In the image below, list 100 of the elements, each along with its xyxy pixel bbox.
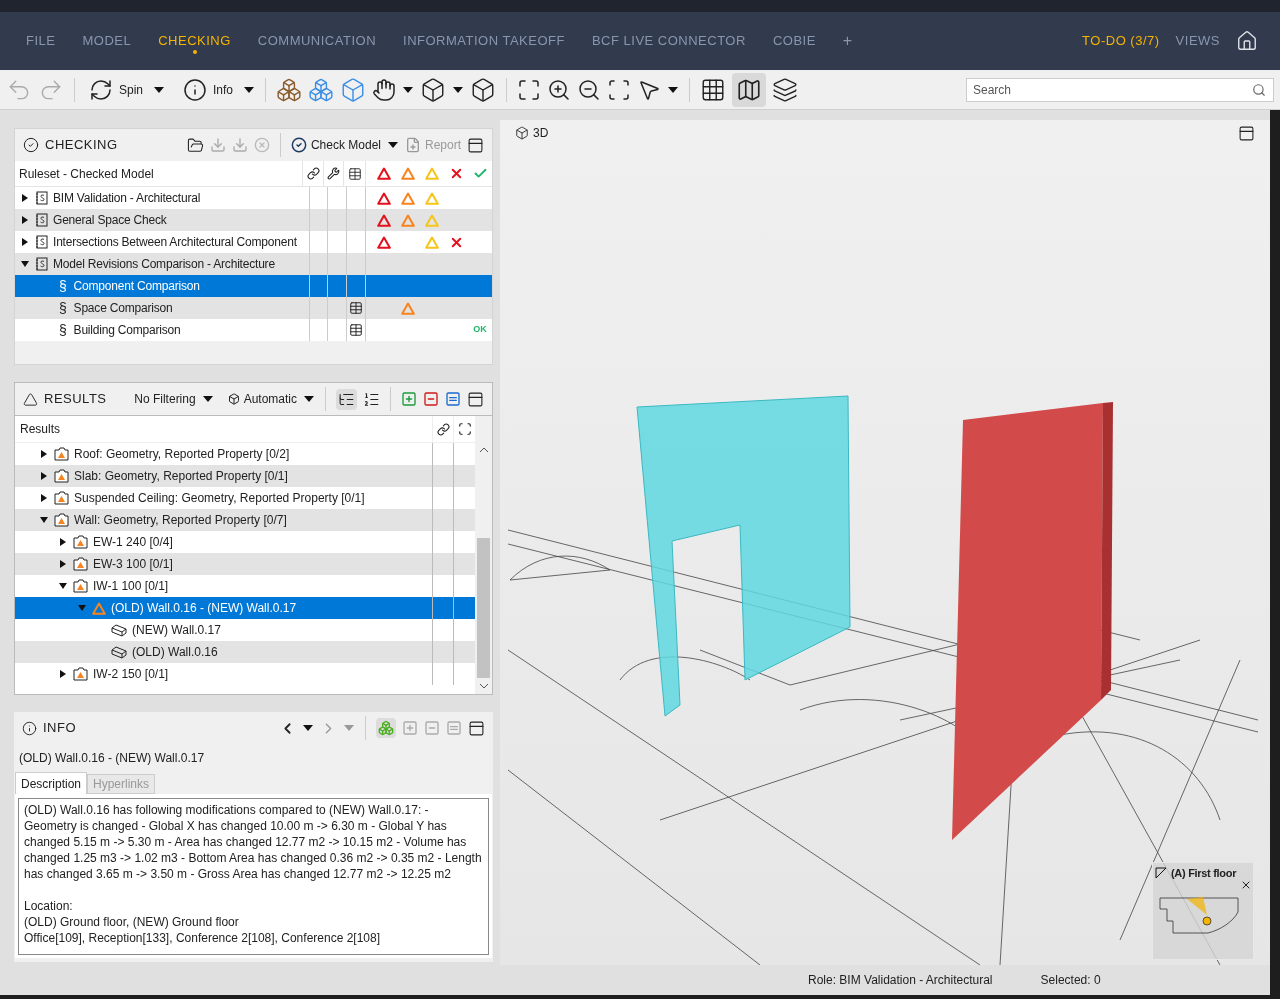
zoom-in-icon[interactable] [547,77,572,102]
boxes-icon[interactable] [276,76,303,103]
expand-arrow-icon[interactable] [58,669,68,679]
menu-tab[interactable]: FILE [26,31,56,51]
ruleset-label: Intersections Between Architectural Component [53,234,297,251]
add-tab-button[interactable]: + [842,29,853,53]
caret-icon[interactable] [153,85,166,94]
check-model-button[interactable]: Check Model [290,136,381,154]
focus-icon [457,422,472,436]
scroll-up-icon[interactable] [478,446,489,454]
menu-tab[interactable]: COBIE [772,31,816,51]
location-text: Location: [24,898,74,914]
info-tab[interactable]: Description [15,772,88,794]
section-sign-icon: § [59,279,67,293]
expand-arrow-icon[interactable] [20,237,30,247]
expand-arrow-icon[interactable] [58,559,68,569]
collapse-arrow-icon[interactable] [58,581,68,591]
warning-icon [92,601,106,615]
scrollbar[interactable] [475,416,492,694]
result-label: EW-3 100 [0/1] [93,556,173,573]
wrench-icon [327,167,341,180]
info-heading: (OLD) Wall.0.16 - (NEW) Wall.0.17 [19,750,205,767]
zoom-extents-icon[interactable] [517,77,542,102]
minimap[interactable]: (A) First floor [1152,862,1254,960]
result-label: IW-1 100 [0/1] [93,578,169,595]
ruleset-row[interactable]: Intersections Between Architectural Component [15,231,492,253]
window-icon[interactable] [468,719,485,737]
menu-tab[interactable]: COMMUNICATION [257,31,377,51]
ruleset-book-icon [35,235,48,249]
expand-arrow-icon[interactable] [39,449,49,459]
zoom-out-icon[interactable] [577,77,602,102]
folder-warning-icon [54,447,69,461]
folder-warning-icon [54,469,69,483]
menu-tab[interactable]: CHECKING [158,31,231,51]
expand-arrow-icon[interactable] [39,471,49,481]
spin-button[interactable]: Spin [85,77,148,102]
result-row[interactable]: EW-3 100 [0/1] [15,553,475,575]
ruleset-label: Space Comparison [73,300,173,317]
folder-warning-icon [73,579,88,593]
floor-label: (A) First floor [1171,866,1237,881]
remove-icon[interactable] [423,391,439,407]
menu-tab[interactable]: BCF LIVE CONNECTOR [591,31,746,51]
spin-icon [89,77,113,102]
result-label: (OLD) Wall.0.16 [132,644,218,661]
info-button[interactable]: Info [179,77,238,102]
expand-arrow-icon[interactable] [20,193,30,203]
caret-icon[interactable] [303,395,315,403]
ruleset-row[interactable]: General Space Check [15,209,492,231]
caret-icon[interactable] [667,85,680,94]
expand-arrow-icon[interactable] [20,215,30,225]
search-field[interactable]: Search [966,77,1274,102]
close-icon[interactable] [1240,879,1252,891]
result-row[interactable]: (OLD) Wall.0.16 [15,641,475,663]
result-row[interactable]: Slab: Geometry, Reported Property [0/1] [15,465,475,487]
ruleset-row[interactable]: § Building Comparison OK [15,319,492,341]
ruleset-row[interactable]: § Space Comparison [15,297,492,319]
result-row[interactable]: (OLD) Wall.0.16 - (NEW) Wall.0.17 [15,597,475,619]
menu-tab[interactable]: INFORMATION TAKEOFF [403,31,565,51]
caret-icon[interactable] [452,85,465,94]
major-warning-icon [401,167,415,180]
hand-icon[interactable] [372,77,397,102]
result-label: Slab: Geometry, Reported Property [0/1] [74,468,288,485]
filter-dropdown[interactable]: No Filtering [134,390,196,408]
window-icon[interactable] [467,136,484,154]
ruleset-row[interactable]: BIM Validation - Architectural [15,187,492,209]
cube-icon [227,393,240,405]
scroll-down-icon[interactable] [478,682,489,690]
collapse-arrow-icon[interactable] [39,515,49,525]
ruleset-row[interactable]: Model Revisions Comparison - Architecture [15,253,492,275]
result-row[interactable]: Wall: Geometry, Reported Property [0/7] [15,509,475,531]
result-label: Suspended Ceiling: Geometry, Reported Property [0/1] [74,490,365,507]
folder-icon[interactable] [186,136,204,154]
folder-warning-icon [73,557,88,571]
todo-button[interactable]: TO-DO (3/7) [1082,31,1160,51]
caret-icon[interactable] [243,85,256,94]
home-icon[interactable] [1236,30,1258,52]
caret-icon[interactable] [201,395,214,403]
list-view-icon[interactable] [363,390,380,408]
ruleset-label: Model Revisions Comparison - Architecture [53,256,275,273]
layers-icon[interactable] [772,76,799,103]
caret-icon[interactable] [402,85,415,94]
search-icon[interactable] [1252,82,1266,97]
caret-icon[interactable] [302,724,314,732]
add-icon[interactable] [401,391,417,407]
panel-title: CHECKING [45,136,118,155]
views-button[interactable]: VIEWS [1175,31,1220,51]
menu-tab[interactable]: MODEL [82,31,132,51]
expand-arrow-icon[interactable] [39,493,49,503]
expand-arrow-icon[interactable] [58,537,68,547]
collapse-arrow-icon[interactable] [20,259,30,269]
link-icon [436,422,450,436]
window-icon[interactable] [1238,124,1255,142]
window-icon[interactable] [467,390,484,408]
equal-icon[interactable] [445,391,461,407]
caret-icon[interactable] [386,141,399,149]
boxes-icon[interactable] [308,76,335,103]
approved-check-icon [472,166,488,181]
mode-dropdown[interactable]: Automatic [227,390,297,408]
ruleset-row[interactable]: § Component Comparison [15,275,492,297]
corner-icon[interactable] [1155,867,1167,880]
